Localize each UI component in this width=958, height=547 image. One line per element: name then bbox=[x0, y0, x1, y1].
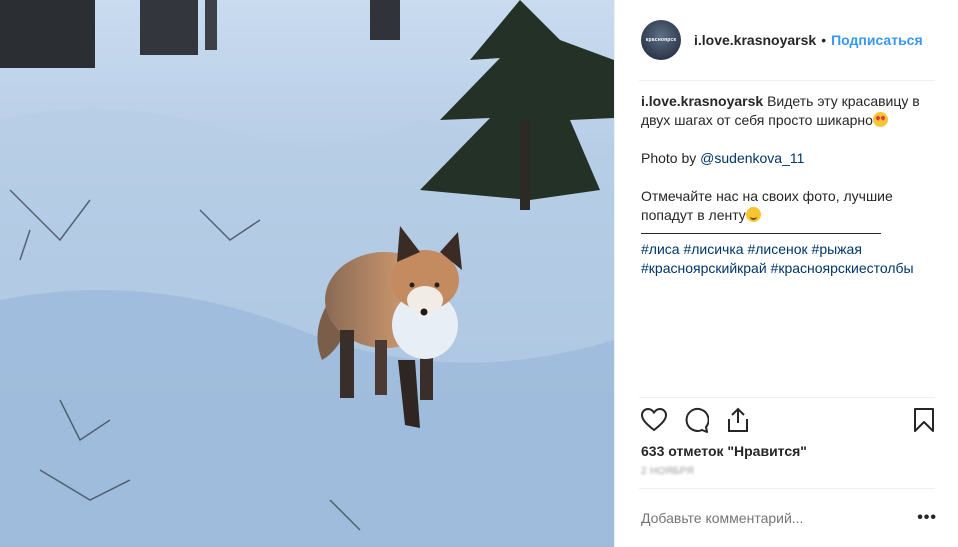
caption-third-paragraph: Отмечайте нас на своих фото, лучшие попа… bbox=[641, 187, 931, 225]
bookmark-icon bbox=[914, 408, 934, 432]
heart-icon bbox=[641, 408, 667, 432]
smiley-emoji-icon bbox=[745, 207, 761, 222]
share-button[interactable] bbox=[723, 405, 753, 435]
likes-count[interactable]: 633 отметок "Нравится" bbox=[641, 443, 807, 459]
follow-button[interactable]: Подписаться bbox=[831, 32, 923, 48]
caption: i.love.krasnoyarsk Видеть эту красавицу … bbox=[641, 92, 931, 278]
action-bar bbox=[639, 404, 939, 436]
comment-icon bbox=[685, 407, 709, 433]
separator-dot: • bbox=[821, 32, 827, 48]
caption-first-paragraph: i.love.krasnoyarsk Видеть эту красавицу … bbox=[641, 92, 931, 130]
caption-username[interactable]: i.love.krasnoyarsk bbox=[641, 93, 763, 109]
comment-button[interactable] bbox=[681, 405, 711, 435]
more-options-button[interactable]: ••• bbox=[917, 509, 937, 527]
caption-text-3: Отмечайте нас на своих фото, лучшие попа… bbox=[641, 188, 893, 223]
heart-eyes-emoji-icon bbox=[872, 112, 888, 127]
comment-form: ••• bbox=[641, 500, 937, 536]
photo-credit-link[interactable]: @sudenkova_11 bbox=[700, 150, 804, 166]
photo-by-label: Photo by bbox=[641, 150, 697, 166]
avatar[interactable]: красноярск bbox=[641, 20, 681, 60]
fox-in-snow-image bbox=[0, 0, 614, 547]
comment-input[interactable] bbox=[641, 510, 918, 526]
caption-underline-rule bbox=[641, 233, 881, 234]
hashtags-line-1[interactable]: #лиса #лисичка #лисенок #рыжая bbox=[641, 240, 931, 259]
caption-photo-credit: Photo by @sudenkova_11 bbox=[641, 149, 931, 168]
post-header: красноярск i.love.krasnoyarsk • Подписат… bbox=[615, 0, 958, 80]
comment-divider bbox=[639, 488, 935, 489]
post-timestamp: 2 НОЯБРЯ bbox=[641, 466, 694, 477]
like-button[interactable] bbox=[639, 405, 669, 435]
post-photo[interactable] bbox=[0, 0, 614, 547]
save-button[interactable] bbox=[909, 405, 939, 435]
username-link[interactable]: i.love.krasnoyarsk bbox=[694, 32, 816, 48]
avatar-label: красноярск bbox=[645, 37, 677, 43]
header-divider bbox=[639, 80, 935, 81]
share-icon bbox=[728, 407, 748, 432]
actions-divider bbox=[639, 397, 935, 398]
hashtags-line-2[interactable]: #красноярскийкрай #красноярскиестолбы bbox=[641, 259, 931, 278]
post-sidebar: красноярск i.love.krasnoyarsk • Подписат… bbox=[614, 0, 958, 547]
